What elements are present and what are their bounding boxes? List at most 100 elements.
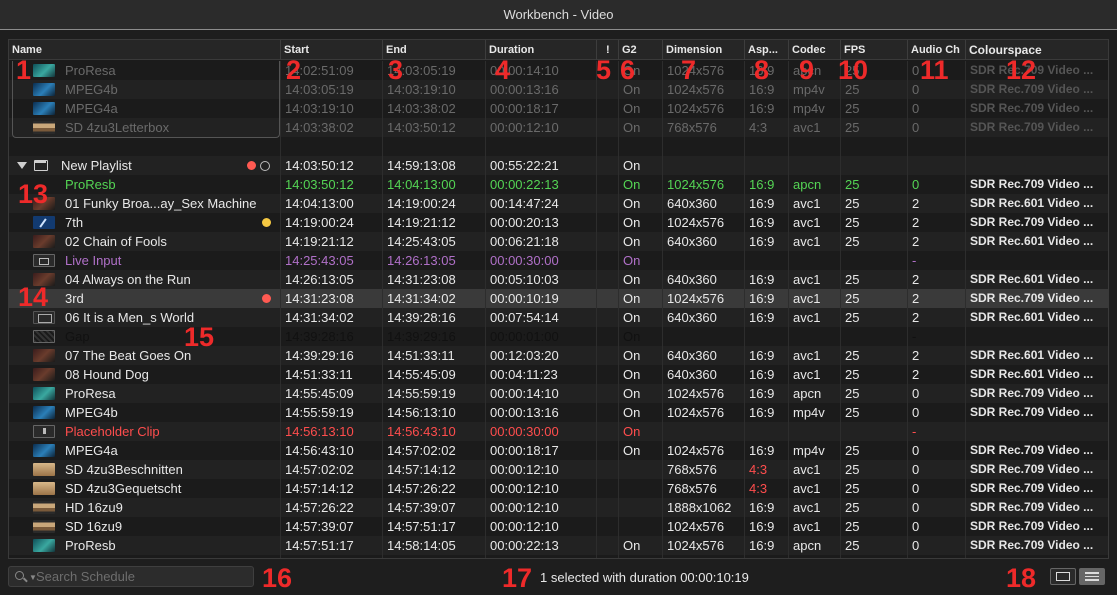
cell-fps: 25 xyxy=(845,405,860,420)
cell-cs: SDR Rec.709 Video ... xyxy=(970,291,1094,305)
cell-cs xyxy=(965,251,1108,270)
cell-codec: avc1 xyxy=(793,519,821,534)
cell-end: 14:03:38:02 xyxy=(387,101,456,116)
red-marker-icon xyxy=(262,294,271,303)
table-row[interactable]: 04 Always on the Run 14:26:13:05 14:31:23:… xyxy=(9,270,1108,289)
cell-cs: SDR Rec.709 Video ... xyxy=(970,120,1094,134)
clip-name: SD 16zu9 xyxy=(65,519,123,534)
cell-dim: 1024x576 xyxy=(667,538,725,553)
cell-duration: 00:04:11:23 xyxy=(490,367,558,382)
table-row[interactable]: 7th 14:19:00:24 14:19:21:12 00:00:20:13 On 10… xyxy=(9,213,1108,232)
cell-audio: 2 xyxy=(912,348,920,363)
column-header-dimension[interactable]: Dimension xyxy=(662,40,744,60)
yellow-marker-icon xyxy=(262,218,271,227)
clip-thumbnail-icon xyxy=(33,463,55,476)
cell-start: 14:19:21:12 xyxy=(285,234,354,249)
search-field[interactable]: ▼ xyxy=(8,566,254,587)
cell-fps: 25 xyxy=(845,272,860,287)
table-row[interactable]: 08 Hound Dog 14:51:33:11 14:55:45:09 00:04:… xyxy=(9,365,1108,384)
playlist-name: New Playlist xyxy=(61,158,132,173)
cell-dim: 640x360 xyxy=(667,234,717,249)
cell-fps: 25 xyxy=(845,462,860,477)
table-row[interactable]: MPEG4a 14:56:43:10 14:57:02:02 00:00:18:17 O… xyxy=(9,441,1108,460)
column-divider xyxy=(382,61,383,558)
cell-asp: 16:9 xyxy=(749,443,775,458)
table-row[interactable]: ProResb 14:57:51:17 14:58:14:05 00:00:22:13… xyxy=(9,536,1108,555)
cell-audio: 2 xyxy=(912,196,920,211)
schedule-table[interactable]: Name Start End Duration ! G2 Dimension A… xyxy=(8,39,1109,559)
cell-end: 14:57:39:07 xyxy=(387,500,456,515)
annotation-label: 13 xyxy=(18,179,49,209)
cell-g2: On xyxy=(623,272,641,287)
column-header-name[interactable]: Name xyxy=(9,40,280,60)
cell-start: 14:57:51:17 xyxy=(285,538,354,553)
cell-codec: mp4v xyxy=(793,101,825,116)
clip-name: ProResa xyxy=(65,386,116,401)
empty-row xyxy=(9,137,1108,156)
table-row[interactable]: Live Input 14:25:43:05 14:26:13:05 00:00:30… xyxy=(9,251,1108,270)
cell-dim: 1024x576 xyxy=(667,405,725,420)
cell-dim: 1024x576 xyxy=(667,291,725,306)
cell-dim xyxy=(662,422,744,441)
clip-name: ProResb xyxy=(65,538,116,553)
single-view-button[interactable] xyxy=(1050,568,1076,585)
cell-duration: 00:00:18:17 xyxy=(490,443,559,458)
table-row[interactable]: 06 It is a Men_s World 14:31:34:02 14:39:2… xyxy=(9,308,1108,327)
cell-duration: 00:14:47:24 xyxy=(490,196,559,211)
cell-start: 14:57:14:12 xyxy=(285,481,354,496)
cell-asp: 16:9 xyxy=(749,196,775,211)
annotation-label: 17 xyxy=(502,563,533,593)
cell-fps: 25 xyxy=(845,348,860,363)
cell-g2: On xyxy=(623,253,641,268)
cell-codec: apcn xyxy=(793,538,822,553)
cell-start: 14:31:23:08 xyxy=(285,291,354,306)
table-row[interactable]: Gap 14:39:28:16 14:39:29:16 00:00:01:00 On - xyxy=(9,327,1108,346)
cell-fps: 25 xyxy=(845,196,860,211)
table-row[interactable]: SD 4zu3Beschnitten 14:57:02:02 14:57:14:12… xyxy=(9,460,1108,479)
clip-thumbnail-icon xyxy=(33,330,55,343)
table-row[interactable]: MPEG4b 14:55:59:19 14:56:13:10 00:00:13:16 O… xyxy=(9,403,1108,422)
cell-dim: 768x576 xyxy=(667,481,717,496)
cell-audio: 0 xyxy=(912,386,920,401)
cell-g2: On xyxy=(623,234,641,249)
cell-dim: 1024x576 xyxy=(667,215,725,230)
column-divider xyxy=(744,61,745,558)
table-row[interactable]: ProResb 14:03:50:12 14:04:13:00 00:00:22:13… xyxy=(9,175,1108,194)
cell-audio: 0 xyxy=(912,443,920,458)
table-row[interactable]: SD 4zu3Gequetscht 14:57:14:12 14:57:26:22 0… xyxy=(9,479,1108,498)
cell-asp: 16:9 xyxy=(749,500,775,515)
list-pane-icon xyxy=(1085,572,1099,581)
table-row[interactable]: SD 16zu9 14:57:39:07 14:57:51:17 00:00:12:1… xyxy=(9,517,1108,536)
cell-dim: 1024x576 xyxy=(667,519,725,534)
list-view-button[interactable] xyxy=(1079,568,1105,585)
cell-end: 14:19:00:24 xyxy=(387,196,456,211)
playlist-row[interactable]: New Playlist 14:03:50:12 14:59:13:08 00:55:… xyxy=(9,156,1108,175)
table-row[interactable]: 02 Chain of Fools 14:19:21:12 14:25:43:05 0… xyxy=(9,232,1108,251)
search-input[interactable] xyxy=(36,568,246,585)
annotation-label: 5 xyxy=(596,55,612,85)
disclosure-triangle-icon[interactable] xyxy=(17,162,27,169)
footer-bar: ▼ 1 selected with duration 00:00:10:19 xyxy=(0,562,1117,595)
cell-audio: 0 xyxy=(912,177,920,192)
column-divider xyxy=(618,61,619,558)
cell-start: 14:19:00:24 xyxy=(285,215,354,230)
clip-thumbnail-icon xyxy=(33,235,55,248)
table-row[interactable]: ProResa 14:55:45:09 14:55:59:19 00:00:14:10… xyxy=(9,384,1108,403)
clip-name: Gap xyxy=(65,329,90,344)
table-row[interactable]: Placeholder Clip 14:56:13:10 14:56:43:10 00… xyxy=(9,422,1108,441)
cell-duration: 00:05:10:03 xyxy=(490,272,559,287)
cell-start: 14:56:43:10 xyxy=(285,443,354,458)
cell-end: 14:39:28:16 xyxy=(387,310,456,325)
table-row[interactable]: 3rd 14:31:23:08 14:31:34:02 00:00:10:19 On 10… xyxy=(9,289,1108,308)
table-row[interactable]: HD 16zu9 14:57:26:22 14:57:39:07 00:00:12:1… xyxy=(9,498,1108,517)
clock-icon xyxy=(260,161,270,171)
cell-dim: 1024x576 xyxy=(667,443,725,458)
cell-start: 14:57:26:22 xyxy=(285,500,354,515)
cell-audio: 2 xyxy=(912,310,920,325)
table-row[interactable]: 07 The Beat Goes On 14:39:29:16 14:51:33:1… xyxy=(9,346,1108,365)
table-row[interactable]: 01 Funky Broa...ay_Sex Machine 14:04:13:0… xyxy=(9,194,1108,213)
cell-audio: 0 xyxy=(912,481,920,496)
column-divider xyxy=(840,61,841,558)
cell-end: 14:26:13:05 xyxy=(387,253,456,268)
cell-cs: SDR Rec.601 Video ... xyxy=(970,234,1094,248)
